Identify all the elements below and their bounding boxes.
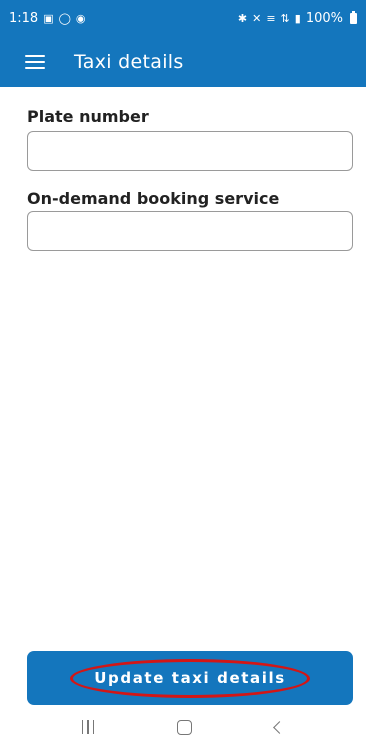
home-icon[interactable]: [177, 719, 193, 735]
status-right: ✱ ✕ ≡ ⇅ ▮ 100%: [238, 11, 357, 26]
4g-icon: ⇅: [280, 12, 290, 25]
status-left: 1:18 ▣ ◯ ◉: [9, 11, 86, 26]
recents-icon[interactable]: [81, 720, 95, 734]
status-bar: 1:18 ▣ ◯ ◉ ✱ ✕ ≡ ⇅ ▮ 100%: [0, 0, 366, 37]
back-icon[interactable]: [273, 720, 287, 734]
plate-number-label: Plate number: [27, 107, 149, 126]
gallery-icon: ▣: [43, 12, 54, 25]
plate-number-input[interactable]: [27, 131, 353, 171]
booking-service-input[interactable]: [27, 211, 353, 251]
volte-icon: ≡: [266, 12, 276, 25]
screen: 1:18 ▣ ◯ ◉ ✱ ✕ ≡ ⇅ ▮ 100% Taxi details P…: [0, 0, 366, 746]
page-title: Taxi details: [74, 51, 184, 73]
bluetooth-icon: ✱: [237, 12, 248, 25]
mute-icon: ✕: [252, 12, 262, 25]
update-button-label: Update taxi details: [94, 669, 286, 687]
car-app-icon: ◉: [75, 12, 86, 25]
hamburger-menu-icon[interactable]: [25, 55, 45, 69]
battery-text: 100%: [305, 11, 343, 26]
booking-service-label: On-demand booking service: [27, 189, 280, 208]
instagram-icon: ◯: [58, 12, 71, 25]
signal-icon: ▮: [294, 12, 301, 25]
battery-icon: [350, 11, 357, 24]
app-bar: Taxi details: [0, 37, 366, 87]
update-taxi-details-button[interactable]: Update taxi details: [27, 651, 353, 705]
system-nav-bar: [0, 708, 366, 746]
status-time: 1:18: [9, 11, 39, 26]
